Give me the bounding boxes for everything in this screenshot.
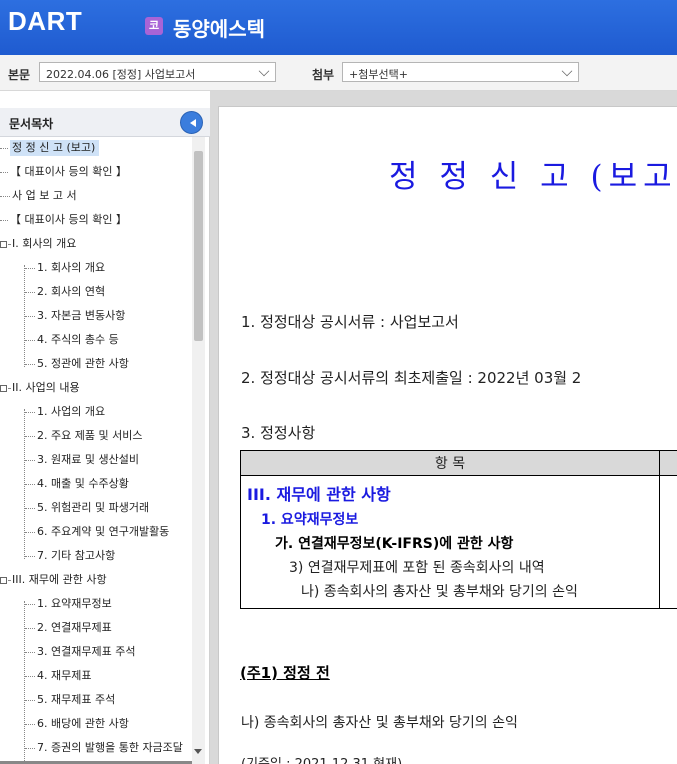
attach-select[interactable]: +첨부선택+ <box>342 62 579 82</box>
toc-item[interactable]: II. 사업의 내용 <box>0 377 80 399</box>
toc-item[interactable]: 5. 정관에 관한 사항 <box>25 353 129 375</box>
item-heading: 3) 연결재무제표에 포함 된 종속회사의 내역 <box>289 560 545 576</box>
toc-item[interactable]: 1. 요약재무정보 <box>25 593 112 615</box>
toc-item[interactable]: 6. 배당에 관한 사항 <box>25 713 129 735</box>
toc-item[interactable]: 3. 연결재무제표 주석 <box>25 641 135 663</box>
subsection-heading: 1. 요약재무정보 <box>261 512 359 528</box>
corp-name: 동양에스텍 <box>173 17 265 41</box>
toc-item[interactable]: 2. 회사의 연혁 <box>25 281 105 303</box>
toc-item[interactable]: I. 회사의 개요 <box>0 233 76 255</box>
toc-item[interactable]: 1. 회사의 개요 <box>25 257 105 279</box>
attach-select-value: +첨부선택+ <box>349 68 408 81</box>
toc-item[interactable]: 1. 사업의 개요 <box>25 401 105 423</box>
dart-logo[interactable]: DART <box>8 6 82 36</box>
attach-label: 첨부 <box>312 68 335 82</box>
toc-sidebar: 문서목차 정 정 신 고 (보고) 【 대표이사 등의 확인 】 사 업 보 고… <box>0 108 210 764</box>
toc-item[interactable]: 【 대표이사 등의 확인 】 <box>0 209 127 231</box>
table-header-item: 항 목 <box>240 450 660 476</box>
toc-item[interactable]: 7. 기타 참고사항 <box>25 545 115 567</box>
toc-tree: 정 정 신 고 (보고) 【 대표이사 등의 확인 】 사 업 보 고 서 【 … <box>0 137 192 764</box>
base-date: (기준일 : 2021.12.31 현재) <box>241 753 402 764</box>
first-submission-date: 2. 정정대상 공시서류의 최초제출일 : 2022년 03월 2 <box>241 369 582 387</box>
toc-item[interactable]: 3. 자본금 변동사항 <box>25 305 125 327</box>
toc-item[interactable]: 4. 매출 및 수주상황 <box>25 473 129 495</box>
toc-item[interactable]: 5. 위험관리 및 파생거래 <box>25 497 149 519</box>
dart-header: DART 코 동양에스텍 <box>0 0 677 55</box>
body-select-value: 2022.04.06 [정정] 사업보고서 <box>46 68 196 81</box>
toc-item[interactable]: 정 정 신 고 (보고) <box>0 137 100 159</box>
toc-item[interactable]: 7. 증권의 발행을 통한 자금조달 <box>25 737 183 759</box>
correction-target: 1. 정정대상 공시서류 : 사업보고서 <box>241 313 459 331</box>
note-line: 나) 종속회사의 총자산 및 총부채와 당기의 손익 <box>241 715 518 731</box>
toc-item[interactable]: III. 재무에 관한 사항 <box>0 569 107 591</box>
table-cell <box>659 475 677 609</box>
body-label: 본문 <box>8 68 31 82</box>
toc-item[interactable]: 【 대표이사 등의 확인 】 <box>0 161 127 183</box>
scroll-thumb[interactable] <box>194 151 203 341</box>
document-page: 정 정 신 고 (보고) 1. 정정대상 공시서류 : 사업보고서 2. 정정대… <box>218 106 677 764</box>
table-row: III. 재무에 관한 사항 1. 요약재무정보 가. 연결재무정보(K-IFR… <box>240 475 660 609</box>
toc-scrollbar[interactable] <box>192 137 205 764</box>
collapse-sidebar-button[interactable] <box>180 111 203 134</box>
correction-items-heading: 3. 정정사항 <box>241 424 316 442</box>
collapse-node-icon <box>0 576 7 584</box>
item-heading: 나) 종속회사의 총자산 및 총부채와 당기의 손익 <box>301 584 578 600</box>
toc-header: 문서목차 <box>0 108 210 137</box>
toc-item[interactable]: 4. 주식의 총수 등 <box>25 329 119 351</box>
document-title: 정 정 신 고 (보고) <box>389 159 677 195</box>
toolbar: 본문 2022.04.06 [정정] 사업보고서 첨부 +첨부선택+ <box>0 55 677 91</box>
toc-item[interactable]: 2. 주요 제품 및 서비스 <box>25 425 142 447</box>
subsection-heading: 가. 연결재무정보(K-IFRS)에 관한 사항 <box>275 536 514 552</box>
collapse-node-icon <box>0 384 7 392</box>
toc-item[interactable]: 5. 재무제표 주석 <box>25 689 115 711</box>
body-select[interactable]: 2022.04.06 [정정] 사업보고서 <box>39 62 276 82</box>
section-heading: III. 재무에 관한 사항 <box>247 485 391 504</box>
toc-item[interactable]: 2. 연결재무제표 <box>25 617 112 639</box>
toc-title: 문서목차 <box>9 117 54 131</box>
toc-item[interactable]: 4. 재무제표 <box>25 665 91 687</box>
table-header-cell <box>659 450 677 476</box>
toc-item[interactable]: 6. 주요계약 및 연구개발활동 <box>25 521 169 543</box>
scroll-down-arrow-icon[interactable] <box>194 749 202 754</box>
document-frame: 정 정 신 고 (보고) 1. 정정대상 공시서류 : 사업보고서 2. 정정대… <box>210 91 677 764</box>
correction-table: 항 목 III. 재무에 관한 사항 1. 요약재무정보 가. 연결재무정보(K… <box>240 450 677 609</box>
toc-item[interactable]: 사 업 보 고 서 <box>0 185 77 207</box>
chevron-down-icon <box>561 65 573 77</box>
corp-badge: 코 <box>145 17 163 35</box>
toc-item[interactable]: 3. 원재료 및 생산설비 <box>25 449 139 471</box>
note-title: (주1) 정정 전 <box>240 664 330 682</box>
collapse-node-icon <box>0 240 7 248</box>
chevron-down-icon <box>258 65 270 77</box>
